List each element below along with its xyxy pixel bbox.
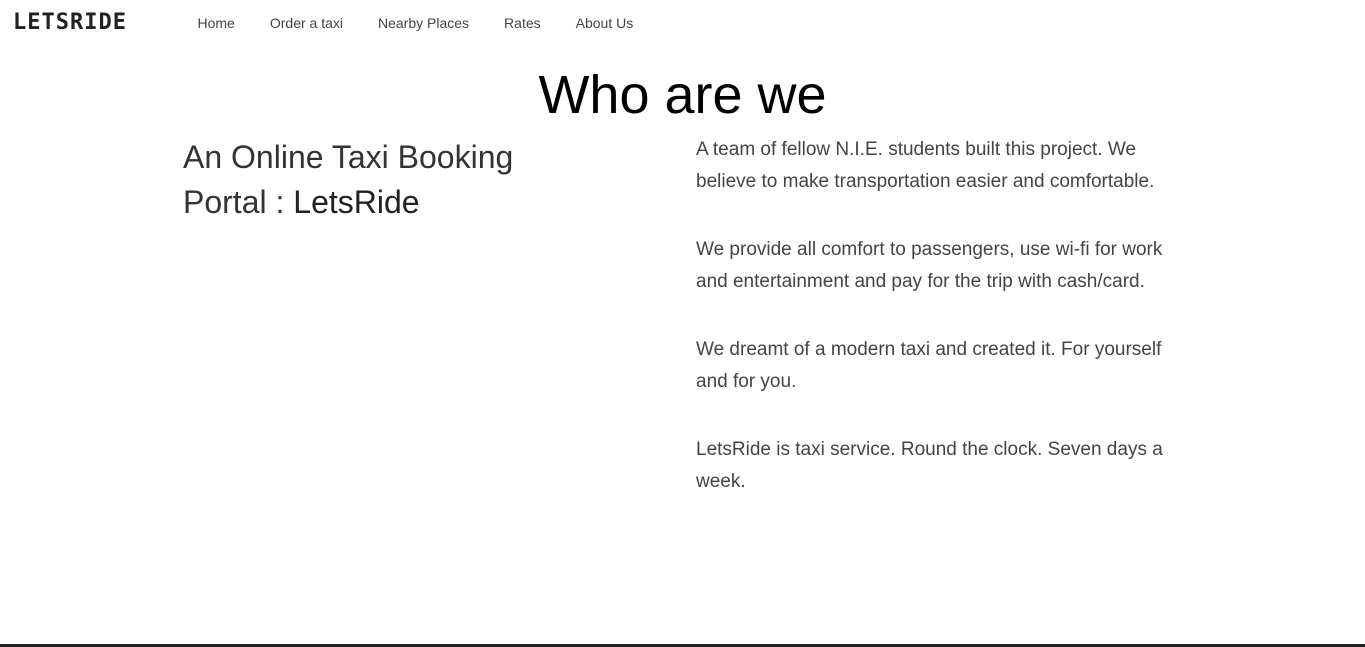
- navbar: LETSRIDE Home Order a taxi Nearby Places…: [0, 0, 1365, 46]
- section-subtitle: An Online Taxi Booking Portal : LetsRide: [183, 135, 603, 225]
- brand-logo[interactable]: LETSRIDE: [13, 9, 127, 37]
- about-text: A team of fellow N.I.E. students built t…: [696, 134, 1186, 534]
- nav-link-home[interactable]: Home: [180, 13, 252, 33]
- nav-link-order-taxi[interactable]: Order a taxi: [252, 13, 360, 33]
- about-paragraph: A team of fellow N.I.E. students built t…: [696, 139, 1155, 192]
- page-title: Who are we: [538, 65, 827, 125]
- nav-link-nearby-places[interactable]: Nearby Places: [361, 13, 487, 33]
- nav-link-about-us[interactable]: About Us: [558, 13, 651, 33]
- page: LETSRIDE Home Order a taxi Nearby Places…: [0, 0, 1365, 647]
- nav-link-rates[interactable]: Rates: [487, 13, 559, 33]
- about-paragraph: We dreamt of a modern taxi and created i…: [696, 339, 1162, 392]
- subtitle-brand: LetsRide: [293, 184, 420, 220]
- about-paragraph: We provide all comfort to passengers, us…: [696, 239, 1163, 292]
- about-paragraph: LetsRide is taxi service. Round the cloc…: [696, 439, 1163, 492]
- nav-links: Home Order a taxi Nearby Places Rates Ab…: [180, 13, 651, 33]
